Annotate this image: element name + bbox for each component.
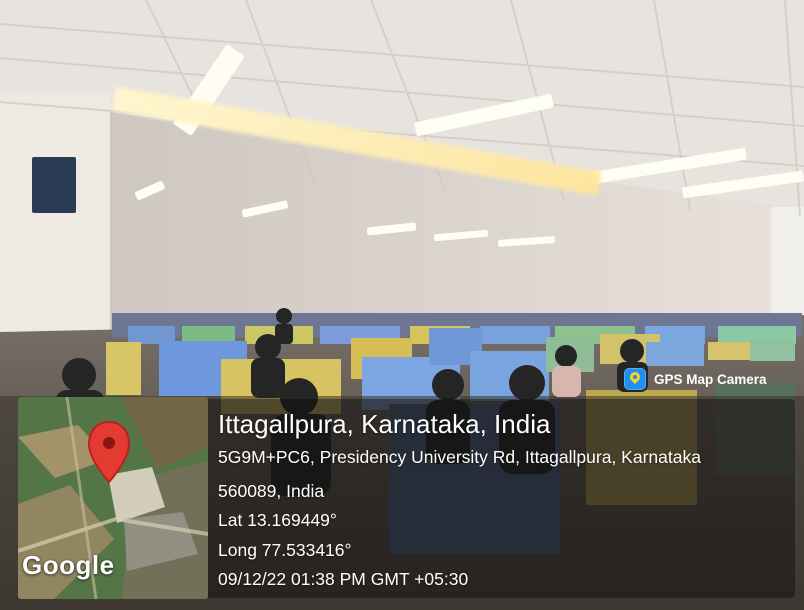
right-window — [771, 207, 804, 315]
wall-sign — [32, 157, 76, 213]
location-pin-icon — [87, 420, 131, 484]
address-line-2: 560089, India — [218, 481, 325, 501]
photo-scene: GPS Map Camera Google Ittagallpura, Karn… — [0, 0, 804, 610]
latitude-text: Lat 13.169449° — [218, 510, 337, 530]
location-title: Ittagallpura, Karnataka, India — [218, 409, 551, 439]
google-logo: Google — [22, 550, 115, 580]
address-line-1: 5G9M+PC6, Presidency University Rd, Itta… — [218, 447, 701, 467]
gps-badge-label: GPS Map Camera — [654, 371, 767, 387]
gps-map-camera-badge: GPS Map Camera — [624, 364, 792, 394]
longitude-text: Long 77.533416° — [218, 540, 352, 560]
timestamp-text: 09/12/22 01:38 PM GMT +05:30 — [218, 569, 469, 589]
gps-map-camera-icon — [624, 368, 646, 390]
